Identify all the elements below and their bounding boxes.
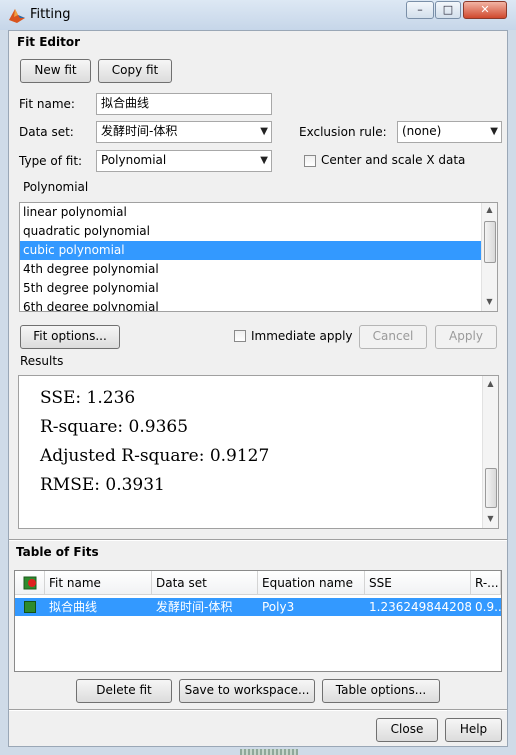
chevron-down-icon: ▼ bbox=[490, 126, 498, 137]
close-button[interactable]: Close bbox=[376, 718, 438, 742]
cell-data-set: 发酵时间-体积 bbox=[156, 600, 233, 614]
scroll-thumb[interactable] bbox=[485, 468, 497, 508]
window-client: Fit Editor New fit Copy fit Fit name: 拟合… bbox=[8, 30, 508, 747]
column-header-equation-name[interactable]: Equation name bbox=[258, 571, 365, 595]
polynomial-list-scrollbar[interactable]: ▲ ▼ bbox=[481, 203, 497, 311]
fit-name-input[interactable]: 拟合曲线 bbox=[96, 93, 272, 115]
plot-cell[interactable] bbox=[15, 598, 45, 616]
results-box: SSE: 1.236 R-square: 0.9365 Adjusted R-s… bbox=[18, 375, 499, 529]
list-item[interactable]: 5th degree polynomial bbox=[20, 279, 481, 298]
type-of-fit-label: Type of fit: bbox=[19, 154, 83, 168]
scroll-down-icon[interactable]: ▼ bbox=[483, 514, 498, 523]
table-row[interactable]: 拟合曲线 发酵时间-体积 Poly3 1.236249844208... 0.9… bbox=[15, 598, 501, 616]
footer-divider bbox=[9, 709, 507, 711]
list-item[interactable]: quadratic polynomial bbox=[20, 222, 481, 241]
cell-sse: 1.236249844208... bbox=[369, 600, 471, 614]
cell-fit-name: 拟合曲线 bbox=[49, 600, 98, 614]
plot-column-header[interactable] bbox=[15, 571, 45, 595]
type-of-fit-select[interactable]: Polynomial ▼ bbox=[96, 150, 272, 172]
matlab-logo-icon bbox=[9, 9, 25, 23]
green-square-icon bbox=[24, 601, 36, 613]
minimize-button[interactable]: – bbox=[406, 1, 434, 19]
center-scale-checkbox[interactable] bbox=[304, 155, 316, 167]
adj-rsquare-result: Adjusted R-square: 0.9127 bbox=[40, 446, 270, 466]
help-button[interactable]: Help bbox=[445, 718, 502, 742]
fits-table[interactable]: Fit name Data set Equation name SSE R-..… bbox=[14, 570, 502, 672]
section-divider bbox=[9, 539, 507, 541]
results-label: Results bbox=[20, 354, 64, 368]
chevron-down-icon: ▼ bbox=[260, 155, 268, 166]
immediate-apply-label: Immediate apply bbox=[251, 329, 353, 343]
polynomial-list[interactable]: linear polynomial quadratic polynomial c… bbox=[19, 202, 498, 312]
fit-editor-title: Fit Editor bbox=[17, 35, 81, 49]
title-bar: Fitting – □ ✕ bbox=[0, 0, 516, 30]
type-of-fit-value: Polynomial bbox=[101, 153, 167, 167]
column-header-fit-name[interactable]: Fit name bbox=[45, 571, 152, 595]
scroll-up-icon[interactable]: ▲ bbox=[483, 379, 498, 388]
polynomial-group-label: Polynomial bbox=[23, 180, 89, 194]
apply-button[interactable]: Apply bbox=[435, 325, 497, 349]
scroll-thumb[interactable] bbox=[484, 221, 496, 263]
exclusion-rule-select[interactable]: (none) ▼ bbox=[397, 121, 502, 143]
center-scale-label: Center and scale X data bbox=[321, 153, 466, 167]
data-set-select[interactable]: 发酵时间-体积 ▼ bbox=[96, 121, 272, 143]
scroll-down-icon[interactable]: ▼ bbox=[482, 297, 497, 306]
data-set-value: 发酵时间-体积 bbox=[101, 124, 178, 138]
delete-fit-button[interactable]: Delete fit bbox=[76, 679, 172, 703]
table-options-button[interactable]: Table options... bbox=[322, 679, 440, 703]
resize-grip[interactable] bbox=[240, 749, 298, 755]
immediate-apply-checkbox[interactable] bbox=[234, 330, 246, 342]
data-set-label: Data set: bbox=[19, 125, 74, 139]
copy-fit-button[interactable]: Copy fit bbox=[98, 59, 172, 83]
fit-options-button[interactable]: Fit options... bbox=[20, 325, 120, 349]
chevron-down-icon: ▼ bbox=[260, 126, 268, 137]
cell-equation: Poly3 bbox=[262, 600, 295, 614]
fit-name-label: Fit name: bbox=[19, 97, 75, 111]
column-header-data-set[interactable]: Data set bbox=[152, 571, 258, 595]
table-of-fits-title: Table of Fits bbox=[16, 545, 99, 559]
exclusion-rule-value: (none) bbox=[402, 124, 442, 138]
rmse-result: RMSE: 0.3931 bbox=[40, 475, 165, 495]
scroll-up-icon[interactable]: ▲ bbox=[482, 205, 497, 214]
list-item[interactable]: 4th degree polynomial bbox=[20, 260, 481, 279]
column-header-rsquare[interactable]: R-... bbox=[471, 571, 501, 595]
list-item[interactable]: linear polynomial bbox=[20, 203, 481, 222]
list-item-selected[interactable]: cubic polynomial bbox=[20, 241, 481, 260]
window-title: Fitting bbox=[30, 7, 71, 22]
list-item[interactable]: 6th degree polynomial bbox=[20, 298, 481, 311]
cell-rsquare: 0.9... bbox=[475, 600, 501, 614]
rsquare-result: R-square: 0.9365 bbox=[40, 417, 189, 437]
exclusion-rule-label: Exclusion rule: bbox=[299, 125, 387, 139]
column-header-sse[interactable]: SSE bbox=[365, 571, 471, 595]
cancel-button[interactable]: Cancel bbox=[359, 325, 427, 349]
plot-toggle-icon bbox=[23, 576, 37, 590]
results-scrollbar[interactable]: ▲ ▼ bbox=[482, 376, 498, 528]
save-to-workspace-button[interactable]: Save to workspace... bbox=[179, 679, 315, 703]
sse-result: SSE: 1.236 bbox=[40, 388, 136, 408]
close-window-button[interactable]: ✕ bbox=[463, 1, 507, 19]
new-fit-button[interactable]: New fit bbox=[20, 59, 91, 83]
maximize-button[interactable]: □ bbox=[435, 1, 461, 19]
